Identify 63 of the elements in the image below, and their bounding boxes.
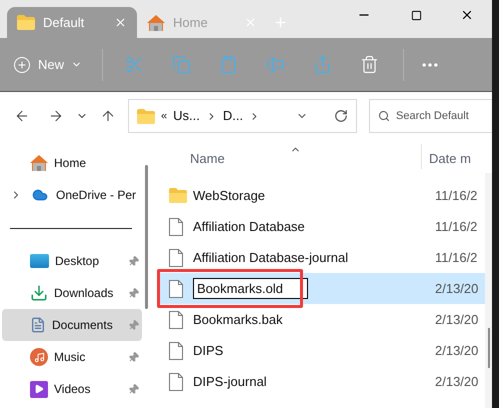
sidebar-item[interactable]: Music <box>2 341 142 373</box>
folder-icon <box>17 15 35 30</box>
document-icon <box>169 372 183 390</box>
desktop-icon <box>30 254 49 268</box>
forward-icon[interactable] <box>48 108 64 124</box>
up-icon[interactable] <box>100 108 116 124</box>
file-row[interactable]: WebStorage 11/16/2 <box>160 180 485 211</box>
document-icon <box>169 218 183 236</box>
sidebar-item[interactable]: Home <box>2 147 142 179</box>
delete-icon[interactable] <box>360 55 380 74</box>
plus-icon <box>13 56 31 74</box>
sidebar-item[interactable]: Documents <box>2 309 142 341</box>
file-date: 11/16/2 <box>435 248 478 267</box>
sidebar-item[interactable]: Videos <box>2 373 142 405</box>
document-icon <box>169 342 183 360</box>
close-tab-icon[interactable] <box>114 16 127 29</box>
back-icon[interactable] <box>14 108 30 124</box>
column-header[interactable]: Date m <box>422 140 471 168</box>
document-icon <box>30 316 46 334</box>
sidebar-item[interactable]: OneDrive - Per <box>2 179 142 211</box>
home-icon <box>30 155 48 171</box>
file-name: Bookmarks.bak <box>193 310 284 329</box>
refresh-icon[interactable] <box>334 109 348 123</box>
rename-field[interactable]: Bookmarks.old <box>193 278 308 299</box>
overflow-label[interactable]: « <box>161 108 168 124</box>
file-date: 11/16/2 <box>435 186 478 205</box>
file-row[interactable]: DIPS 2/13/20 <box>160 335 485 366</box>
file-date: 11/16/2 <box>435 218 478 236</box>
sidebar-item[interactable]: Desktop <box>2 245 142 277</box>
document-icon <box>169 310 183 328</box>
document-icon <box>169 248 183 266</box>
video-icon <box>30 380 48 398</box>
search-icon <box>378 110 390 122</box>
file-row[interactable]: Affiliation Database 11/16/2 <box>160 211 485 242</box>
file-date: 2/13/20 <box>435 372 480 391</box>
file-name: DIPS-journal <box>193 372 268 391</box>
file-row[interactable]: Bookmarks.bak 2/13/20 <box>160 304 485 335</box>
document-icon <box>169 280 183 298</box>
scrollbar-thumb[interactable] <box>145 165 148 309</box>
file-name: WebStorage <box>193 186 266 205</box>
download-icon <box>30 284 48 302</box>
sidebar-item[interactable]: Downloads <box>2 277 142 309</box>
scrollbar-thumb[interactable] <box>488 328 490 368</box>
file-date: 2/13/20 <box>435 342 480 360</box>
file-name: Affiliation Database-journal <box>193 248 350 267</box>
file-row[interactable]: Affiliation Database-journal 11/16/2 <box>160 242 485 273</box>
music-icon <box>30 348 48 366</box>
home-icon <box>147 14 165 30</box>
cloud-icon <box>30 187 50 203</box>
search-field[interactable]: Search Default <box>369 99 492 133</box>
breadcrumb[interactable]: D... <box>222 106 244 126</box>
close-icon[interactable] <box>460 8 474 22</box>
breadcrumb[interactable]: Us... <box>173 106 200 126</box>
file-row[interactable]: DIPS-journal 2/13/20 <box>160 366 485 397</box>
folder-icon <box>137 108 155 124</box>
file-date: 2/13/20 <box>435 310 480 329</box>
file-date: 2/13/20 <box>435 280 480 298</box>
folder-icon <box>169 188 187 203</box>
address-bar[interactable]: « Us... D... <box>128 99 357 133</box>
column-header[interactable]: Name <box>160 140 290 168</box>
file-name: DIPS <box>193 342 224 360</box>
file-name: Affiliation Database <box>193 218 306 236</box>
maximize-icon[interactable] <box>411 10 422 20</box>
